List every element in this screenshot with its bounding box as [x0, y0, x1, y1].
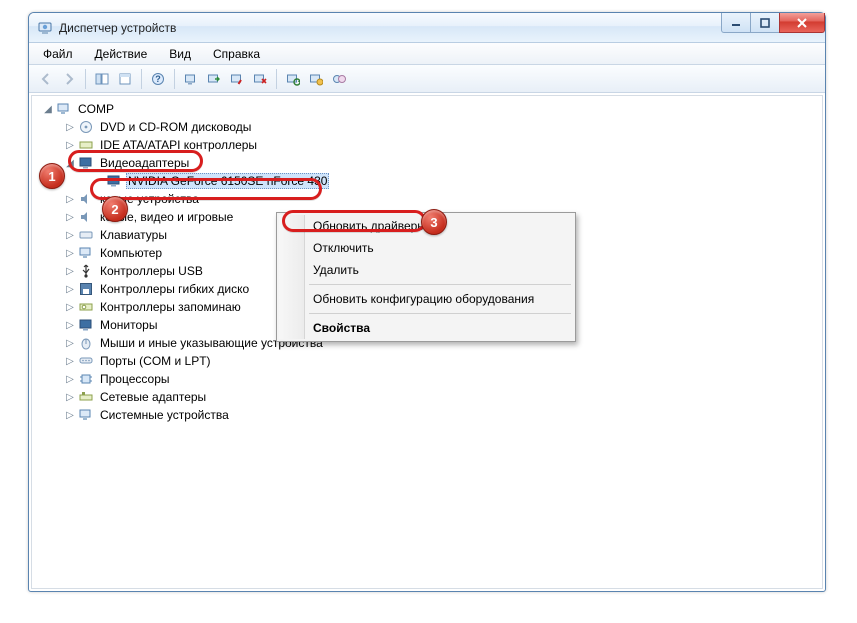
sound-icon [78, 191, 94, 207]
window-controls [721, 13, 825, 42]
av-label[interactable]: ковые, видео и игровые [98, 210, 235, 224]
expand-icon[interactable]: ▷ [64, 247, 76, 259]
tree-sound[interactable]: ▷ ковые устройства [34, 190, 820, 208]
window-title: Диспетчер устройств [59, 21, 176, 35]
device-manager-window: Диспетчер устройств Файл Действие Вид Сп… [28, 12, 826, 592]
back-button [35, 68, 57, 90]
menu-view[interactable]: Вид [159, 45, 201, 63]
expand-icon[interactable]: ▷ [64, 409, 76, 421]
expand-icon[interactable]: ▷ [64, 193, 76, 205]
system-label[interactable]: Системные устройства [98, 408, 231, 422]
expand-icon[interactable]: ▷ [64, 319, 76, 331]
uninstall-button[interactable] [249, 68, 271, 90]
tree-root[interactable]: ◢ COMP [34, 100, 820, 118]
tree-ide[interactable]: ▷ IDE ATA/ATAPI контроллеры [34, 136, 820, 154]
computer-icon [56, 101, 72, 117]
minimize-button[interactable] [721, 13, 751, 33]
context-menu: Обновить драйверы... Отключить Удалить О… [276, 212, 576, 342]
expand-icon[interactable]: ▷ [64, 121, 76, 133]
ports-label[interactable]: Порты (COM и LPT) [98, 354, 213, 368]
tree-net[interactable]: ▷ Сетевые адаптеры [34, 388, 820, 406]
display-adapter-icon [78, 155, 94, 171]
help-button[interactable]: ? [147, 68, 169, 90]
properties-button[interactable] [114, 68, 136, 90]
dvd-icon [78, 119, 94, 135]
video-label[interactable]: Видеоадаптеры [98, 156, 191, 170]
computer-label[interactable]: Компьютер [98, 246, 164, 260]
menu-action[interactable]: Действие [85, 45, 158, 63]
monitor-icon [78, 317, 94, 333]
net-label[interactable]: Сетевые адаптеры [98, 390, 208, 404]
storage-label[interactable]: Контроллеры запоминаю [98, 300, 243, 314]
dvd-label[interactable]: DVD и CD-ROM дисководы [98, 120, 253, 134]
expand-icon[interactable]: ▷ [64, 355, 76, 367]
expand-icon[interactable]: ▷ [64, 229, 76, 241]
menu-help[interactable]: Справка [203, 45, 270, 63]
usb-label[interactable]: Контроллеры USB [98, 264, 205, 278]
collapse-icon[interactable]: ◢ [42, 103, 54, 115]
ctx-delete[interactable]: Удалить [279, 259, 573, 281]
sound-icon [78, 209, 94, 225]
scan-button[interactable] [180, 68, 202, 90]
network-icon [78, 389, 94, 405]
tree-video-device[interactable]: NVIDIA GeForce 6150SE nForce 430 [34, 172, 820, 190]
ide-label[interactable]: IDE ATA/ATAPI контроллеры [98, 138, 259, 152]
tree-dvd[interactable]: ▷ DVD и CD-ROM дисководы [34, 118, 820, 136]
ide-icon [78, 137, 94, 153]
cpu-icon [78, 371, 94, 387]
forward-button [58, 68, 80, 90]
ctx-properties[interactable]: Свойства [279, 317, 573, 339]
display-adapter-icon [106, 173, 122, 189]
ctx-disable[interactable]: Отключить [279, 237, 573, 259]
menu-file[interactable]: Файл [33, 45, 83, 63]
expand-icon[interactable]: ▷ [64, 139, 76, 151]
video-device-label[interactable]: NVIDIA GeForce 6150SE nForce 430 [126, 173, 329, 189]
titlebar: Диспетчер устройств [29, 13, 825, 43]
sound-label[interactable]: ковые устройства [98, 192, 201, 206]
tree-cpu[interactable]: ▷ Процессоры [34, 370, 820, 388]
port-icon [78, 353, 94, 369]
system-device-icon [78, 407, 94, 423]
refresh-button[interactable] [282, 68, 304, 90]
device-tree[interactable]: ◢ COMP ▷ DVD и CD-ROM дисководы ▷ IDE AT… [31, 95, 823, 589]
computer-icon [78, 245, 94, 261]
tree-ports[interactable]: ▷ Порты (COM и LPT) [34, 352, 820, 370]
collapse-icon[interactable]: ◢ [64, 157, 76, 169]
legacy-hardware-button[interactable] [305, 68, 327, 90]
tree-system[interactable]: ▷ Системные устройства [34, 406, 820, 424]
storage-icon [78, 299, 94, 315]
expand-icon[interactable]: ▷ [64, 301, 76, 313]
monitors-label[interactable]: Мониторы [98, 318, 159, 332]
maximize-button[interactable] [750, 13, 780, 33]
app-icon [37, 20, 53, 36]
toolbar-extra-button[interactable] [328, 68, 350, 90]
disable-device-button[interactable] [226, 68, 248, 90]
keyboards-label[interactable]: Клавиатуры [98, 228, 169, 242]
close-button[interactable] [779, 13, 825, 33]
cpu-label[interactable]: Процессоры [98, 372, 172, 386]
update-driver-button[interactable] [203, 68, 225, 90]
mouse-icon [78, 335, 94, 351]
root-label[interactable]: COMP [76, 102, 116, 116]
toolbar: ? [29, 65, 825, 93]
floppy-icon [78, 281, 94, 297]
ctx-refresh-config[interactable]: Обновить конфигурацию оборудования [279, 288, 573, 310]
svg-text:?: ? [155, 74, 161, 84]
menubar: Файл Действие Вид Справка [29, 43, 825, 65]
show-hide-tree-button[interactable] [91, 68, 113, 90]
expand-icon[interactable]: ▷ [64, 211, 76, 223]
expand-icon[interactable]: ▷ [64, 265, 76, 277]
expand-icon[interactable]: ▷ [64, 337, 76, 349]
keyboard-icon [78, 227, 94, 243]
floppy-label[interactable]: Контроллеры гибких диско [98, 282, 251, 296]
expand-icon[interactable]: ▷ [64, 373, 76, 385]
tree-video-adapters[interactable]: ◢ Видеоадаптеры [34, 154, 820, 172]
expand-icon[interactable]: ▷ [64, 391, 76, 403]
expand-icon[interactable]: ▷ [64, 283, 76, 295]
ctx-update-drivers[interactable]: Обновить драйверы... [279, 215, 573, 237]
usb-icon [78, 263, 94, 279]
